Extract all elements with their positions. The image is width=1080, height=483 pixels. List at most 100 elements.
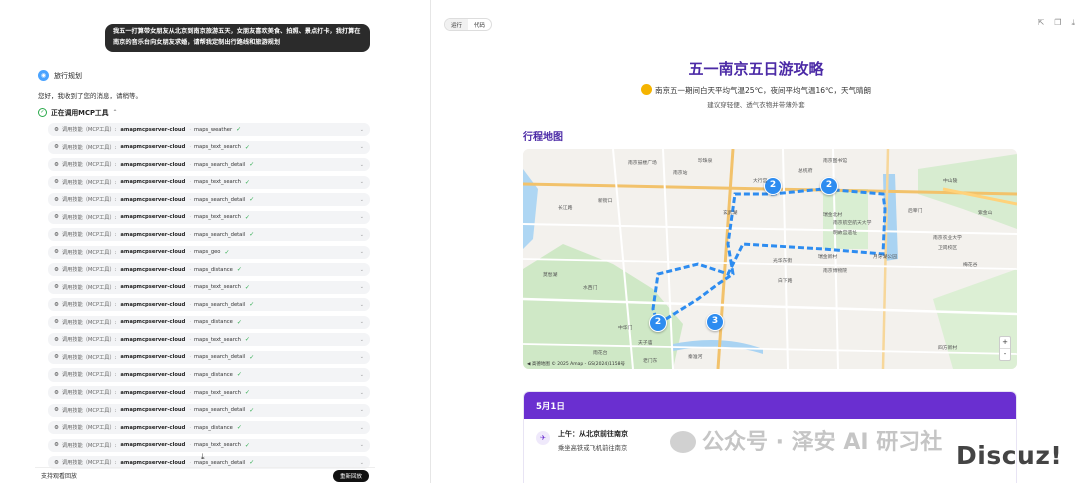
tool-call-row[interactable]: ⚙ 调用技能（MCP工具）: amapmcpserver-cloud · maps_we…	[48, 123, 370, 137]
chevron-down-icon[interactable]: ⌄	[360, 284, 364, 290]
chevron-down-icon[interactable]: ⌄	[360, 267, 364, 273]
chevron-down-icon[interactable]: ⌄	[360, 372, 364, 378]
tool-icon: ⚙	[54, 424, 59, 431]
page-title: 五一南京五日游攻略	[688, 60, 824, 78]
check-icon: ✓	[236, 126, 242, 134]
tool-icon: ⚙	[54, 214, 59, 221]
tool-call-row[interactable]: ⚙ 调用技能（MCP工具）: amapmcpserver-cloud · maps_se…	[48, 158, 370, 172]
zoom-out-button[interactable]: -	[1000, 348, 1010, 360]
separator: ·	[189, 179, 191, 186]
chevron-down-icon[interactable]: ⌄	[360, 407, 364, 413]
check-icon: ✓	[249, 459, 255, 467]
map-place-label: 紫金山	[978, 211, 993, 216]
itinerary-item-title: 上午：从北京前往南京	[558, 430, 628, 438]
tool-server: amapmcpserver-cloud	[120, 301, 186, 308]
chevron-down-icon[interactable]: ⌄	[360, 442, 364, 448]
tool-call-row[interactable]: ⚙ 调用技能（MCP工具）: amapmcpserver-cloud · maps_se…	[48, 193, 370, 207]
tool-call-row[interactable]: ⚙ 调用技能（MCP工具）: amapmcpserver-cloud · maps_di…	[48, 263, 370, 277]
tool-prefix: 调用技能（MCP工具）:	[61, 144, 117, 151]
tool-section-toggle[interactable]: ✓ 正在调用MCP工具 ⌃	[38, 107, 118, 117]
map-place-label: 明故宫遗址	[833, 231, 857, 236]
tool-call-row[interactable]: ⚙ 调用技能（MCP工具）: amapmcpserver-cloud · maps_te…	[48, 333, 370, 347]
tool-call-row[interactable]: ⚙ 调用技能（MCP工具）: amapmcpserver-cloud · maps_te…	[48, 438, 370, 452]
share-icon[interactable]: ⇱	[1038, 18, 1045, 28]
wechat-watermark: 公众号 · 泽安 AI 研习社	[670, 424, 942, 456]
tool-name: maps_search_detail	[194, 301, 246, 308]
tool-call-row[interactable]: ⚙ 调用技能（MCP工具）: amapmcpserver-cloud · maps_ge…	[48, 245, 370, 259]
tab-code[interactable]: 代码	[468, 19, 491, 30]
zoom-in-button[interactable]: +	[1000, 337, 1010, 348]
map-marker-number: 2	[769, 180, 777, 190]
tool-call-row[interactable]: ⚙ 调用技能（MCP工具）: amapmcpserver-cloud · maps_se…	[48, 298, 370, 312]
download-icon[interactable]: ⤓	[1071, 18, 1075, 28]
check-icon: ✓	[236, 424, 242, 432]
route-map[interactable]: 2 2 2 3 南京鼓楼广场 珍珠泉 南京图书馆 新街口 瑞金北村 南京航空航天大学 明故宫遗址月…	[523, 149, 1017, 369]
map-attribution: ◀ 高德地图 © 2025 Amap - GS(2024)1158号	[527, 362, 625, 367]
plane-icon: ✈	[536, 431, 550, 445]
tool-section-title: 正在调用MCP工具	[51, 109, 109, 117]
copy-icon[interactable]: ❐	[1054, 18, 1061, 28]
chevron-down-icon[interactable]: ⌄	[360, 214, 364, 220]
tool-icon: ⚙	[54, 336, 59, 343]
tool-server: amapmcpserver-cloud	[120, 144, 186, 151]
chevron-down-icon[interactable]: ⌄	[360, 319, 364, 325]
map-place-label: 中山陵	[943, 179, 958, 184]
separator: ·	[189, 144, 191, 151]
check-icon: ✓	[249, 406, 255, 414]
map-place-label: 水西门	[583, 286, 598, 291]
tool-name: maps_distance	[194, 319, 233, 326]
chevron-down-icon[interactable]: ⌄	[360, 127, 364, 133]
tool-icon: ⚙	[54, 301, 59, 308]
chevron-down-icon[interactable]: ⌄	[360, 337, 364, 343]
tool-call-row[interactable]: ⚙ 调用技能（MCP工具）: amapmcpserver-cloud · maps_te…	[48, 280, 370, 294]
weather-line: 南京五一期间白天平均气温25℃，夜间平均气温16℃，天气晴朗	[431, 84, 1080, 96]
map-marker-number: 2	[825, 180, 833, 190]
chevron-down-icon[interactable]: ⌄	[360, 249, 364, 255]
chevron-down-icon[interactable]: ⌄	[360, 354, 364, 360]
chevron-down-icon[interactable]: ⌄	[360, 302, 364, 308]
tool-server: amapmcpserver-cloud	[120, 179, 186, 186]
map-marker[interactable]: 2	[649, 314, 667, 332]
chevron-down-icon[interactable]: ⌄	[360, 197, 364, 203]
map-marker[interactable]: 3	[706, 313, 724, 331]
replay-button[interactable]: 重新回放	[332, 469, 369, 482]
chevron-down-icon[interactable]: ⌄	[360, 162, 364, 168]
chevron-down-icon[interactable]: ⌄	[360, 460, 364, 466]
chevron-down-icon[interactable]: ⌄	[360, 232, 364, 238]
tool-icon: ⚙	[54, 266, 59, 273]
tool-call-row[interactable]: ⚙ 调用技能（MCP工具）: amapmcpserver-cloud · maps_te…	[48, 140, 370, 154]
chevron-down-icon[interactable]: ⌄	[360, 390, 364, 396]
tool-name: maps_search_detail	[194, 161, 246, 168]
day-label: 5月1日	[524, 392, 1016, 419]
check-icon: ✓	[244, 143, 250, 151]
chevron-up-icon: ⌃	[112, 108, 118, 116]
chevron-down-icon[interactable]: ⌄	[360, 144, 364, 150]
tool-server: amapmcpserver-cloud	[120, 389, 186, 396]
tool-name: maps_weather	[194, 126, 233, 133]
tool-name: maps_distance	[194, 424, 233, 431]
chevron-down-icon[interactable]: ⌄	[360, 179, 364, 185]
map-place-label: 珍珠泉	[698, 159, 713, 164]
separator: ·	[189, 284, 191, 291]
tab-run[interactable]: 运行	[445, 19, 469, 30]
map-marker[interactable]: 2	[820, 177, 838, 195]
scroll-down-icon[interactable]: ⤓	[201, 452, 205, 462]
tool-call-row[interactable]: ⚙ 调用技能（MCP工具）: amapmcpserver-cloud · maps_di…	[48, 421, 370, 435]
tool-call-row[interactable]: ⚙ 调用技能（MCP工具）: amapmcpserver-cloud · maps_te…	[48, 175, 370, 189]
tool-call-row[interactable]: ⚙ 调用技能（MCP工具）: amapmcpserver-cloud · maps_se…	[48, 228, 370, 242]
tool-icon: ⚙	[54, 319, 59, 326]
check-icon: ✓	[38, 107, 47, 117]
map-place-label: 南京图书馆	[823, 159, 847, 164]
map-place-label: 总统府	[798, 169, 813, 174]
tool-call-row[interactable]: ⚙ 调用技能（MCP工具）: amapmcpserver-cloud · maps_te…	[48, 210, 370, 224]
tool-server: amapmcpserver-cloud	[120, 371, 186, 378]
tool-call-row[interactable]: ⚙ 调用技能（MCP工具）: amapmcpserver-cloud · maps_te…	[48, 385, 370, 400]
tool-call-row[interactable]: ⚙ 调用技能（MCP工具）: amapmcpserver-cloud · maps_di…	[48, 315, 370, 329]
tool-call-row[interactable]: ⚙ 调用技能（MCP工具）: amapmcpserver-cloud · maps_se…	[48, 350, 370, 364]
tool-call-row[interactable]: ⚙ 调用技能（MCP工具）: amapmcpserver-cloud · maps_di…	[48, 368, 370, 382]
map-place-label: 莫愁湖	[543, 273, 558, 278]
chat-panel: 我五一打算带女朋友从北京到南京旅游五天，女朋友喜欢美食、拍照、景点打卡，我打算在…	[0, 0, 430, 483]
map-place-label: 卫岗校区	[938, 246, 958, 251]
chevron-down-icon[interactable]: ⌄	[360, 425, 364, 431]
tool-call-row[interactable]: ⚙ 调用技能（MCP工具）: amapmcpserver-cloud · maps_se…	[48, 403, 370, 417]
